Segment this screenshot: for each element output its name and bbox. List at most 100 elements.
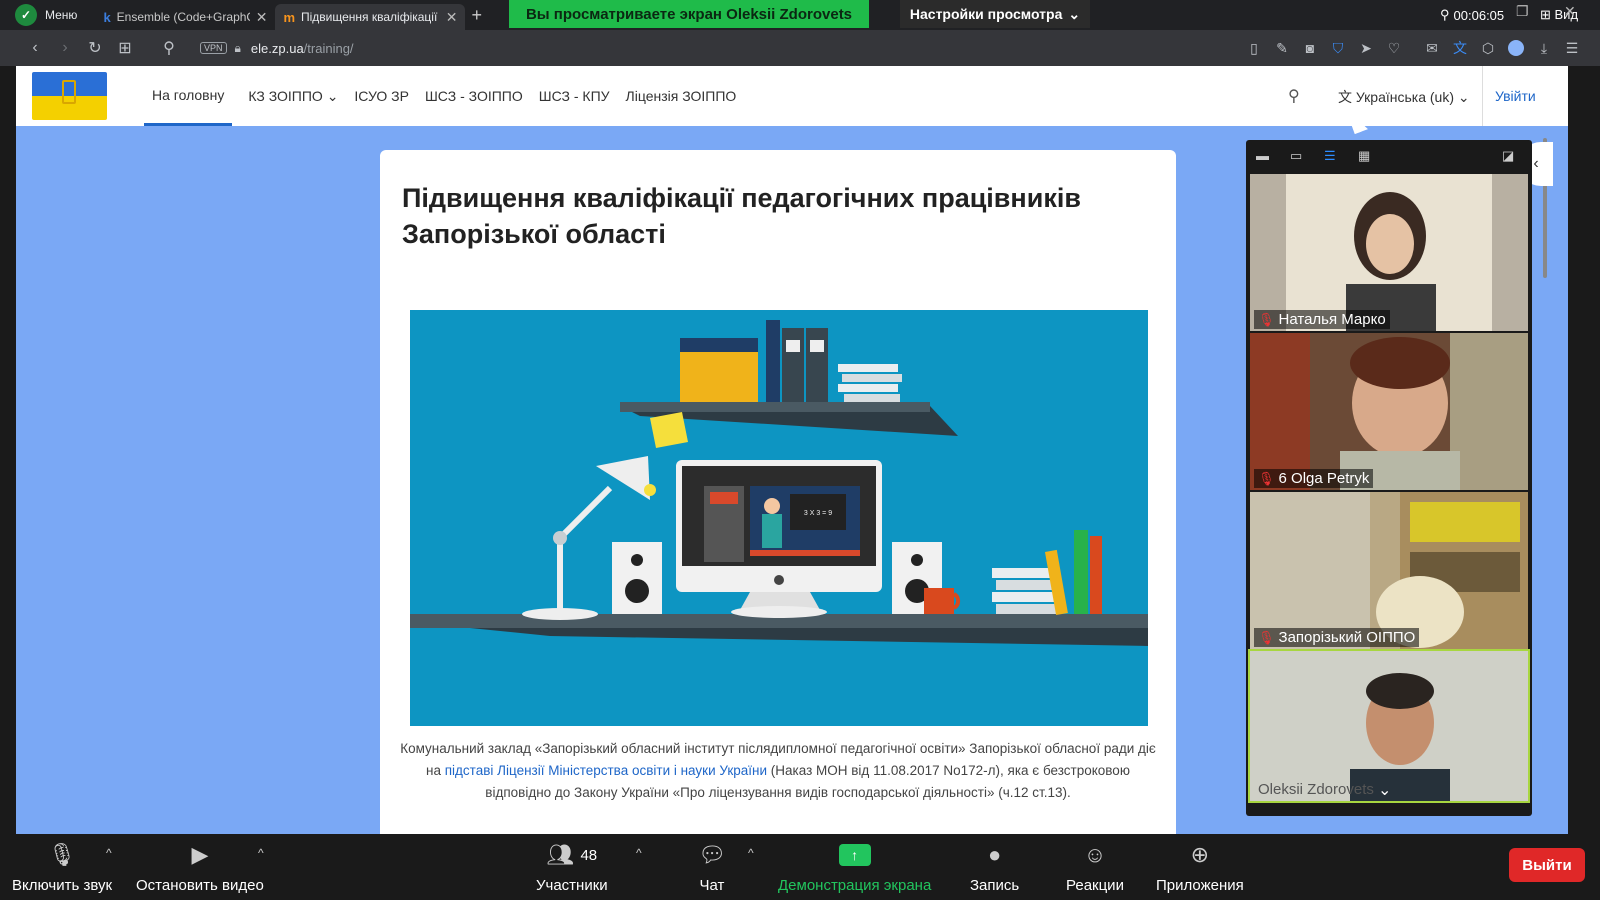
tab-title: Підвищення кваліфікації [301,10,438,24]
meeting-toolbar: 🎙︎ Включить звук ^ ▶︎ Остановить видео ^… [0,834,1600,900]
reactions-label: Реакции [1066,877,1124,894]
nav-label: На головну [152,86,225,103]
reactions-button[interactable]: ☺ Реакции [1066,842,1124,894]
share-screen-label: Демонстрация экрана [778,877,932,894]
apps-icon: ⊕ [1190,842,1210,867]
chevron-down-icon[interactable]: ⌄ [1378,780,1391,800]
forward-icon[interactable]: › [50,39,80,57]
stop-video-button[interactable]: ▶︎ Остановить видео [136,842,264,894]
nav-label: ШСЗ - ЗОІППО [424,88,523,104]
nav-shsz-kpu[interactable]: ШСЗ - КПУ [539,66,610,126]
participant-name: 🎙︎ Наталья Марко [1254,310,1390,329]
tab-favicon-icon: m [283,9,295,25]
close-tab-icon[interactable]: ✕ [446,9,458,26]
participant-video-icon [1286,174,1492,331]
audio-options-caret-icon[interactable]: ^ [106,846,112,860]
reader-icon[interactable]: ▯ [1246,40,1262,56]
participant-name: 🎙︎ 6 Olga Petryk [1254,469,1374,488]
video-camera-icon: ▶︎ [191,842,209,867]
share-screen-icon: ↑ [838,842,871,868]
camera-icon[interactable]: ◙ [1302,40,1318,56]
chat-options-caret-icon[interactable]: ^ [748,846,754,860]
search-icon[interactable]: ⚲ [154,38,184,58]
heart-icon[interactable]: ♡ [1386,40,1402,56]
participant-name-text: Запорізький ОІППО [1278,629,1416,646]
nav-isuo[interactable]: ІСУО ЗР [354,66,409,126]
vpn-badge[interactable]: VPN [200,42,227,54]
gallery-view-icon[interactable]: ▦ [1358,148,1370,164]
screen-share-banner: Вы просматриваете экран Oleksii Zdorovet… [509,0,869,28]
cube-icon[interactable]: ⬡ [1480,40,1496,56]
participant-name-text: Наталья Марко [1278,311,1386,328]
emoji-icon: ☺ [1083,842,1107,867]
strip-view-icon[interactable]: ☰ [1324,148,1336,164]
mic-muted-icon: 🎙︎ [1258,629,1275,645]
chevron-down-icon: ⌄ [1068,5,1081,22]
profile-avatar-icon[interactable] [1508,40,1524,56]
speaker-view-icon[interactable]: ▭ [1290,148,1302,164]
video-tile[interactable]: 🎙︎ Запорізький ОІППО [1250,492,1528,649]
language-selector[interactable]: 文 Українська (uk) ⌄ [1338,87,1470,107]
video-tile-active-speaker[interactable]: Oleksii Zdorovets [1248,649,1530,803]
record-icon: ● [987,842,1002,867]
tab-training[interactable]: m Підвищення кваліфікації ✕ [275,4,466,30]
browser-shield-icon[interactable]: ✓ [15,4,37,26]
minimize-icon[interactable]: ▬ [1256,148,1269,163]
participants-options-caret-icon[interactable]: ^ [636,846,642,860]
participant-name: Oleksii Zdorovets [1254,780,1378,799]
nav-label: ШСЗ - КПУ [538,88,610,104]
leave-button[interactable]: Выйти [1509,848,1585,882]
participant-name-text: Oleksii Zdorovets [1258,781,1374,798]
nav-label: Ліцензія ЗОІППО [625,88,737,104]
search-icon[interactable]: ⚲ [1288,86,1300,106]
site-nav: На головну КЗ ЗОІППО ⌄ ІСУО ЗР ШСЗ - ЗОІ… [144,66,736,126]
participants-button[interactable]: 👥︎ 48 Участники [536,842,608,894]
ukraine-flag-logo[interactable] [32,72,107,120]
browser-menu-button[interactable]: Меню [45,8,77,22]
edit-icon[interactable]: ✎ [1274,40,1290,56]
download-icon[interactable]: ⤓ [1536,40,1552,56]
video-options-caret-icon[interactable]: ^ [258,846,264,860]
settings-menu-icon[interactable]: ☰ [1564,40,1580,56]
lock-icon[interactable]: 🔒︎ [235,41,241,56]
chevron-down-icon: ⌄ [1457,89,1470,105]
close-window-icon[interactable]: ✕ [1564,3,1576,20]
apps-button[interactable]: ⊕ Приложения [1156,842,1244,894]
close-tab-icon[interactable]: ✕ [256,9,268,26]
reload-icon[interactable]: ↻ [80,38,110,58]
tab-ensemble[interactable]: k Ensemble (Code+GraphCo ✕ [95,4,275,30]
video-tile[interactable]: 🎙︎ 6 Olga Petryk [1250,333,1528,490]
view-settings-label: Настройки просмотра [909,6,1063,22]
video-tile[interactable]: 🎙︎ Наталья Марко [1250,174,1528,331]
new-tab-button[interactable]: + [471,5,482,26]
nav-home[interactable]: На головну [144,66,233,126]
share-screen-button[interactable]: ↑ Демонстрация экрана [778,842,931,894]
nav-label: ІСУО ЗР [354,88,409,104]
license-link[interactable]: підставі Ліцензії Міністерства освіти і … [445,763,767,778]
pip-icon[interactable]: ◪ [1502,148,1514,164]
participant-video-icon [1250,492,1528,649]
login-link[interactable]: Увійти [1482,66,1536,126]
unmute-label: Включить звук [12,877,113,894]
nav-license[interactable]: Ліцензія ЗОІППО [626,66,737,126]
unmute-button[interactable]: 🎙︎ Включить звук [12,842,112,894]
url-field[interactable]: ele.zp.ua/training/ [251,41,354,56]
participants-video-panel: ▬ ▭ ☰ ▦ ◪ 🎙︎ Наталья Марко 🎙︎ 6 Olga Petry… [1246,140,1532,816]
mic-muted-icon: 🎙︎ [48,842,76,867]
tabs-grid-icon[interactable]: ⊞ [110,38,140,58]
nav-kz-zoippo[interactable]: КЗ ЗОІППО ⌄ [248,66,338,126]
send-icon[interactable]: ➤ [1358,40,1374,56]
translate-icon[interactable]: 文 [1452,40,1468,56]
shield-icon[interactable]: ⛉ [1330,40,1346,56]
record-button[interactable]: ● Запись [970,842,1019,894]
restore-icon[interactable]: ❐ [1516,3,1529,20]
view-settings-button[interactable]: Настройки просмотра ⌄ [900,0,1090,28]
back-icon[interactable]: ‹ [20,39,50,57]
meeting-timer: ⚲ 00:06:05 [1440,7,1504,23]
chat-button[interactable]: 💬︎ Чат [698,842,726,894]
translate-icon: 文 [1338,89,1352,105]
nav-shsz-zoippo[interactable]: ШСЗ - ЗОІППО [425,66,523,126]
mail-icon[interactable]: ✉ [1424,40,1440,56]
browser-extension-icons: ▯ ✎ ◙ ⛉ ➤ ♡ ✉ 文 ⬡ ⤓ ☰ [1246,30,1580,66]
panel-view-toolbar: ▬ ▭ ☰ ▦ ◪ [1246,140,1532,172]
